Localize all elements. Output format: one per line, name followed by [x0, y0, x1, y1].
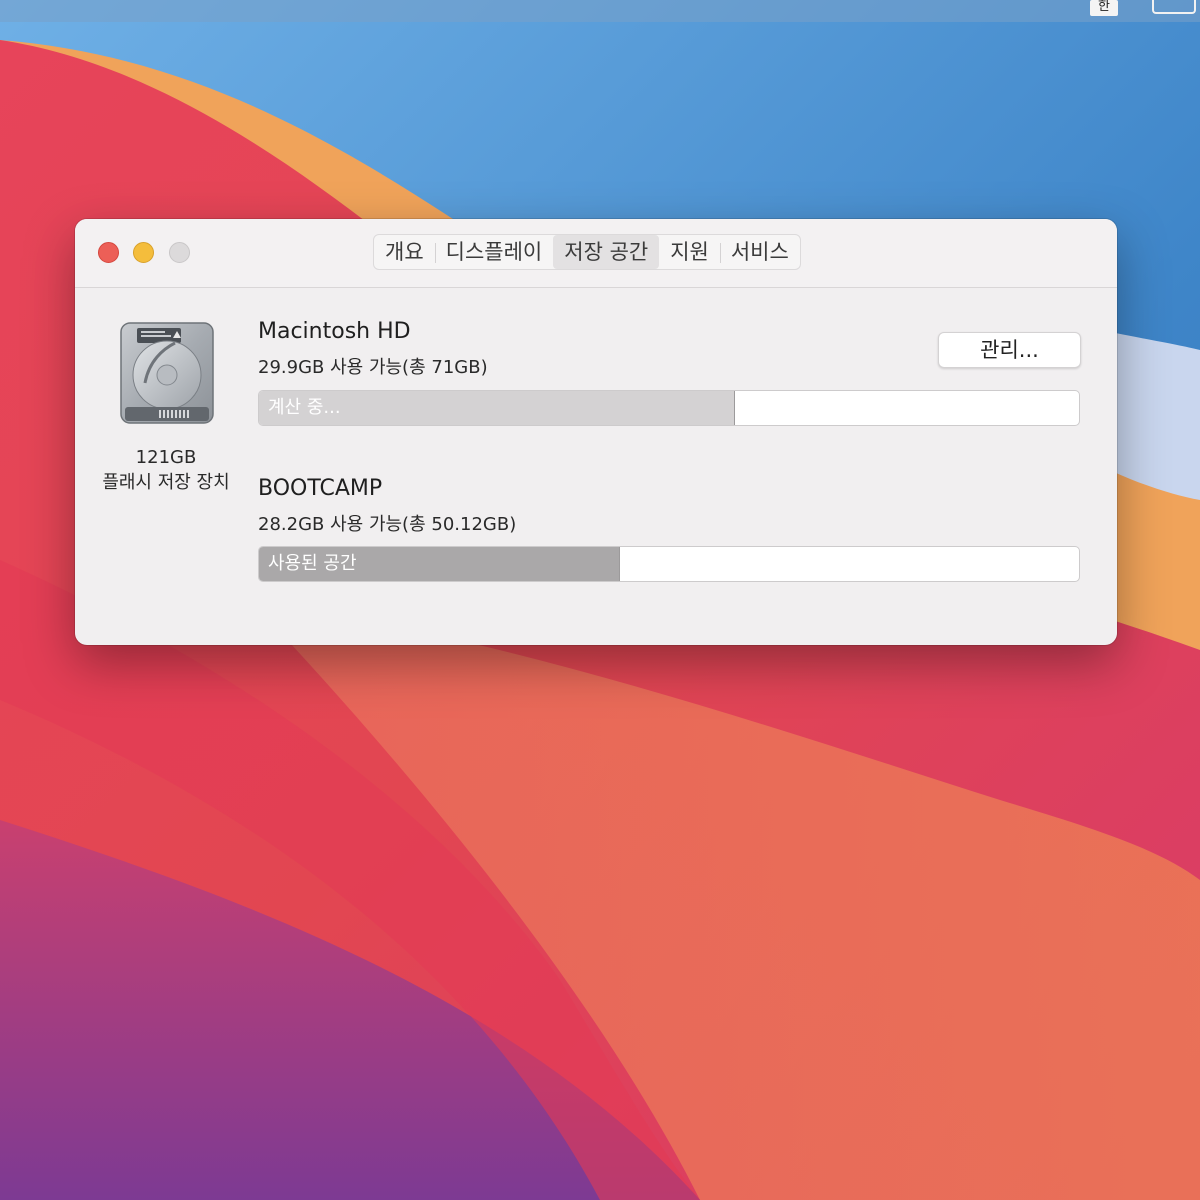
close-button[interactable]	[98, 242, 119, 263]
manage-button[interactable]: 관리...	[938, 332, 1081, 368]
tab-support[interactable]: 지원	[659, 235, 720, 269]
device-type: 플래시 저장 장치	[102, 472, 230, 493]
tab-service[interactable]: 서비스	[719, 235, 800, 269]
menu-bar: ▔ 한	[0, 0, 1200, 22]
storage-bar-label: 계산 중...	[268, 397, 341, 418]
hard-drive-icon	[120, 322, 214, 424]
tab-storage[interactable]: 저장 공간	[553, 235, 660, 269]
minimize-button[interactable]	[133, 242, 154, 263]
device-capacity: 121GB	[135, 447, 197, 468]
battery-icon[interactable]	[1152, 0, 1196, 14]
volume-available: 28.2GB 사용 가능(총 50.12GB)	[258, 514, 517, 535]
tab-overview[interactable]: 개요	[374, 235, 435, 269]
storage-bar: 계산 중...	[258, 390, 1080, 426]
input-source-indicator[interactable]: 한	[1090, 0, 1118, 16]
volume-name: Macintosh HD	[258, 319, 411, 344]
zoom-button	[169, 242, 190, 263]
menu-bar-left-glyph: ▔	[0, 0, 10, 10]
volume-name: BOOTCAMP	[258, 476, 383, 501]
volume-available: 29.9GB 사용 가능(총 71GB)	[258, 357, 488, 378]
about-this-mac-window: 개요 디스플레이 저장 공간 지원 서비스 121GB 플래시 저장 장치 Ma…	[75, 219, 1117, 645]
storage-bar-label: 사용된 공간	[268, 553, 357, 574]
device-caption: 121GB 플래시 저장 장치	[85, 445, 247, 495]
tab-bar: 개요 디스플레이 저장 공간 지원 서비스	[373, 234, 801, 270]
storage-bar: 사용된 공간	[258, 546, 1080, 582]
tab-displays[interactable]: 디스플레이	[434, 235, 554, 269]
title-bar: 개요 디스플레이 저장 공간 지원 서비스	[75, 219, 1117, 288]
